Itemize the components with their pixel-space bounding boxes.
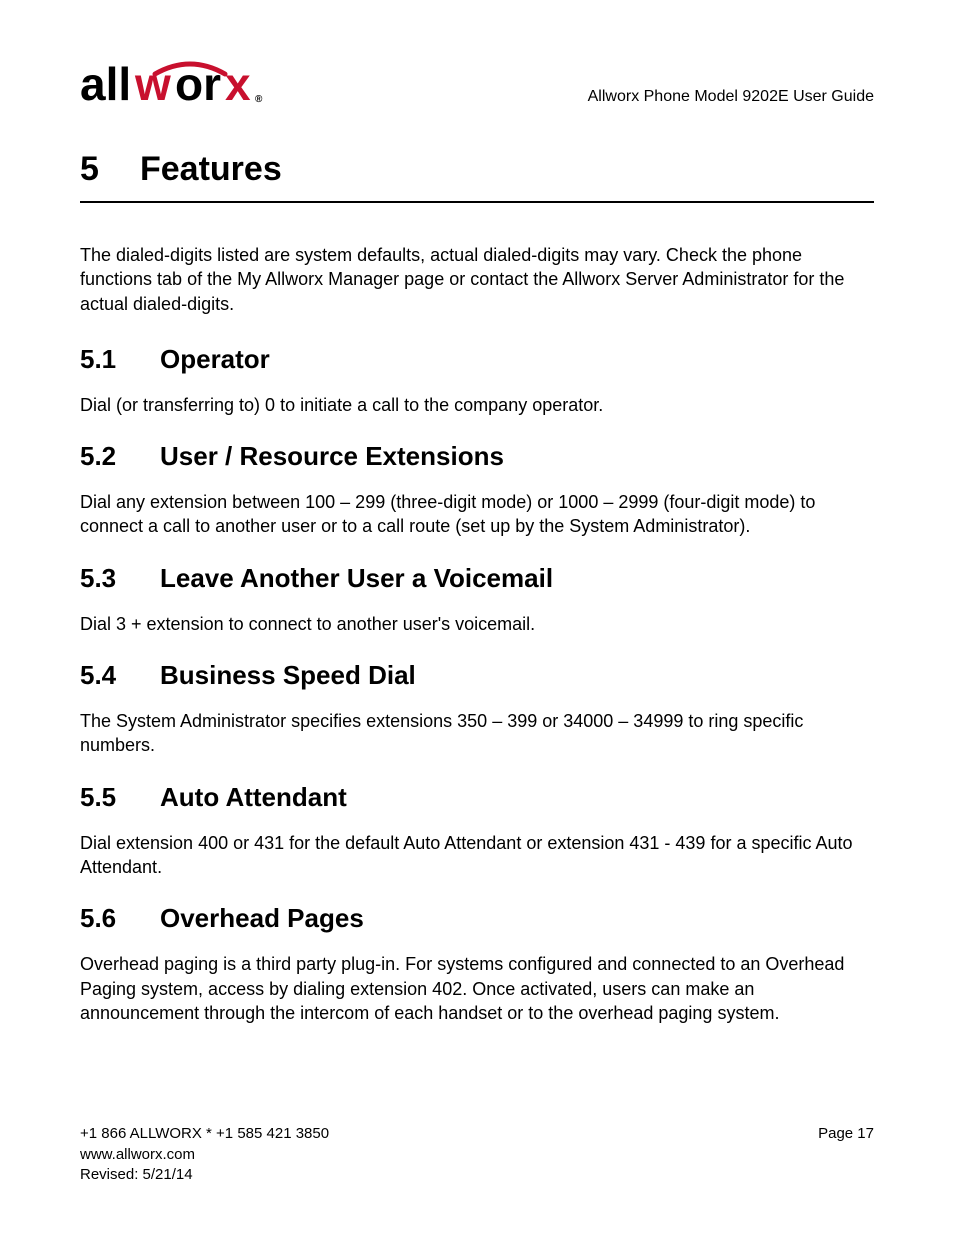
section-heading-5-1: 5.1 Operator [80, 344, 874, 375]
footer-phone: +1 866 ALLWORX * +1 585 421 3850 [80, 1124, 329, 1144]
chapter-number: 5 [80, 150, 140, 189]
footer-revised: Revised: 5/21/14 [80, 1165, 874, 1185]
chapter-heading: 5 Features [80, 150, 874, 203]
section-body-5-2: Dial any extension between 100 – 299 (th… [80, 490, 874, 539]
section-heading-5-4: 5.4 Business Speed Dial [80, 660, 874, 691]
doc-title: Allworx Phone Model 9202E User Guide [588, 88, 874, 110]
page-header: all w or x ® Allworx Phone Model 9202E U… [80, 60, 874, 110]
page-footer: +1 866 ALLWORX * +1 585 421 3850 Page 17… [80, 1124, 874, 1185]
section-title: Overhead Pages [160, 903, 364, 934]
section-title: Business Speed Dial [160, 660, 416, 691]
footer-website: www.allworx.com [80, 1145, 874, 1165]
section-number: 5.5 [80, 782, 160, 813]
section-number: 5.6 [80, 903, 160, 934]
section-number: 5.3 [80, 563, 160, 594]
svg-text:all: all [80, 60, 131, 110]
section-number: 5.4 [80, 660, 160, 691]
section-title: Auto Attendant [160, 782, 347, 813]
intro-paragraph: The dialed-digits listed are system defa… [80, 243, 874, 316]
svg-text:or: or [175, 60, 221, 110]
section-body-5-4: The System Administrator specifies exten… [80, 709, 874, 758]
svg-text:®: ® [255, 94, 263, 105]
section-heading-5-3: 5.3 Leave Another User a Voicemail [80, 563, 874, 594]
chapter-title: Features [140, 150, 282, 189]
section-heading-5-2: 5.2 User / Resource Extensions [80, 441, 874, 472]
section-body-5-1: Dial (or transferring to) 0 to initiate … [80, 393, 874, 417]
section-number: 5.1 [80, 344, 160, 375]
section-title: Operator [160, 344, 270, 375]
section-title: Leave Another User a Voicemail [160, 563, 553, 594]
section-number: 5.2 [80, 441, 160, 472]
footer-page: Page 17 [818, 1124, 874, 1144]
section-heading-5-6: 5.6 Overhead Pages [80, 903, 874, 934]
svg-text:x: x [225, 60, 251, 110]
allworx-logo: all w or x ® [80, 60, 310, 110]
section-body-5-3: Dial 3 + extension to connect to another… [80, 612, 874, 636]
section-heading-5-5: 5.5 Auto Attendant [80, 782, 874, 813]
section-body-5-5: Dial extension 400 or 431 for the defaul… [80, 831, 874, 880]
section-body-5-6: Overhead paging is a third party plug-in… [80, 952, 874, 1025]
section-title: User / Resource Extensions [160, 441, 504, 472]
